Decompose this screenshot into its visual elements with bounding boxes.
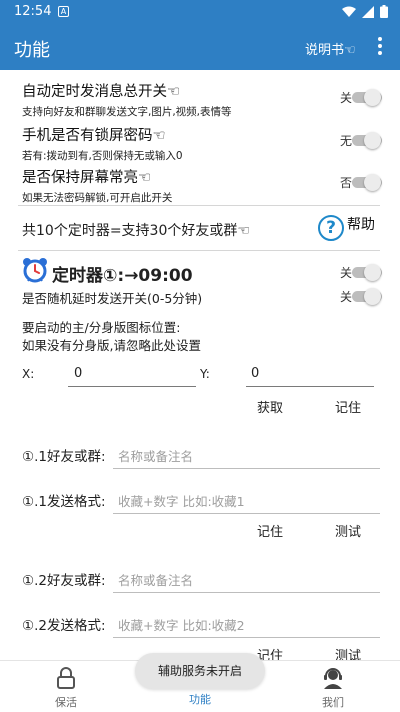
more-options-icon[interactable] bbox=[373, 37, 387, 57]
send-format-label: ①.2发送格式: bbox=[22, 618, 106, 634]
support-agent-icon bbox=[324, 668, 342, 689]
setting-title: 自动定时发消息总开关☜ bbox=[22, 84, 180, 100]
remember-position-button[interactable]: 记住 bbox=[335, 397, 361, 416]
master-switch-toggle[interactable]: 关 bbox=[340, 88, 382, 106]
test-button[interactable]: 测试 bbox=[335, 645, 361, 660]
random-delay-toggle[interactable]: 关 bbox=[340, 287, 382, 305]
friend-or-group-label: ①.1好友或群: bbox=[22, 449, 106, 465]
nav-label: 功能 bbox=[189, 693, 211, 706]
nav-label: 我们 bbox=[322, 696, 344, 709]
battery-icon bbox=[380, 5, 388, 18]
x-input[interactable]: 0 bbox=[74, 366, 82, 381]
status-time: 12:54 bbox=[14, 4, 52, 19]
help-label: 帮助 bbox=[347, 217, 375, 233]
toggle-label: 关 bbox=[340, 290, 353, 304]
icon-position-hint: 要启动的主/分身版图标位置: bbox=[22, 320, 181, 335]
toggle-label: 否 bbox=[340, 176, 353, 190]
lock-password-toggle[interactable]: 无 bbox=[340, 131, 382, 149]
send-format-input[interactable]: 收藏+数字 比如:收藏1 bbox=[118, 491, 245, 510]
setting-keep-screen-on: 是否保持屏幕常亮☜ 如果无法密码解锁,可开启此开关 bbox=[22, 166, 172, 205]
friend-or-group-input[interactable]: 名称或备注名 bbox=[118, 446, 193, 465]
toast-message: 辅助服务未开启 bbox=[135, 653, 265, 689]
setting-subtitle: 若有:拨动到有,否则保持无或输入0 bbox=[22, 150, 183, 162]
y-input[interactable]: 0 bbox=[251, 366, 259, 381]
nav-item-keepalive[interactable]: 保活 bbox=[26, 667, 106, 710]
setting-master-switch: 自动定时发消息总开关☜ 支持向好友和群聊发送文字,图片,视频,表情等 bbox=[22, 80, 232, 119]
test-button[interactable]: 测试 bbox=[335, 521, 361, 540]
divider bbox=[18, 250, 380, 251]
lock-icon bbox=[57, 667, 75, 689]
alarm-clock-icon bbox=[23, 258, 47, 283]
notification-icon: A bbox=[58, 6, 69, 17]
toggle-label: 关 bbox=[340, 266, 353, 280]
get-position-button[interactable]: 获取 bbox=[257, 397, 283, 416]
keep-screen-on-toggle[interactable]: 否 bbox=[340, 173, 382, 191]
send-format-input[interactable]: 收藏+数字 比如:收藏2 bbox=[118, 615, 245, 634]
help-button[interactable]: ? 帮助 bbox=[318, 214, 380, 244]
nav-label: 保活 bbox=[55, 696, 77, 709]
setting-title: 是否保持屏幕常亮☜ bbox=[22, 170, 151, 186]
timer-toggle[interactable]: 关 bbox=[340, 263, 382, 281]
icon-position-hint-2: 如果没有分身版,请忽略此处设置 bbox=[22, 338, 201, 353]
nav-item-about-us[interactable]: 我们 bbox=[293, 667, 373, 710]
main-content[interactable]: 自动定时发消息总开关☜ 支持向好友和群聊发送文字,图片,视频,表情等 关 手机是… bbox=[0, 70, 400, 660]
timers-info: 共10个定时器=支持30个好友或群☜ bbox=[22, 223, 250, 239]
x-label: X: bbox=[22, 367, 35, 381]
random-delay-label: 是否随机延时发送开关(0-5分钟) bbox=[22, 291, 203, 306]
manual-button[interactable]: 说明书☜ bbox=[305, 39, 356, 58]
signal-icon bbox=[362, 5, 374, 18]
setting-lock-password: 手机是否有锁屏密码☜ 若有:拨动到有,否则保持无或输入0 bbox=[22, 124, 183, 163]
help-icon: ? bbox=[318, 215, 344, 241]
page-title: 功能 bbox=[14, 40, 50, 61]
remember-button[interactable]: 记住 bbox=[257, 645, 283, 660]
wifi-icon bbox=[342, 6, 356, 17]
setting-subtitle: 如果无法密码解锁,可开启此开关 bbox=[22, 192, 173, 204]
status-bar: 12:54 A bbox=[0, 0, 400, 24]
timer-title: 定时器①:→09:00 bbox=[52, 266, 193, 286]
send-format-label: ①.1发送格式: bbox=[22, 494, 106, 510]
remember-button[interactable]: 记住 bbox=[257, 521, 283, 540]
friend-or-group-input[interactable]: 名称或备注名 bbox=[118, 570, 193, 589]
divider bbox=[18, 205, 380, 206]
app-bar: 功能 说明书☜ bbox=[0, 24, 400, 70]
setting-subtitle: 支持向好友和群聊发送文字,图片,视频,表情等 bbox=[22, 106, 232, 118]
setting-title: 手机是否有锁屏密码☜ bbox=[22, 128, 166, 144]
friend-or-group-label: ①.2好友或群: bbox=[22, 573, 106, 589]
y-label: Y: bbox=[200, 367, 210, 381]
toggle-label: 无 bbox=[340, 134, 353, 148]
toggle-label: 关 bbox=[340, 91, 353, 105]
